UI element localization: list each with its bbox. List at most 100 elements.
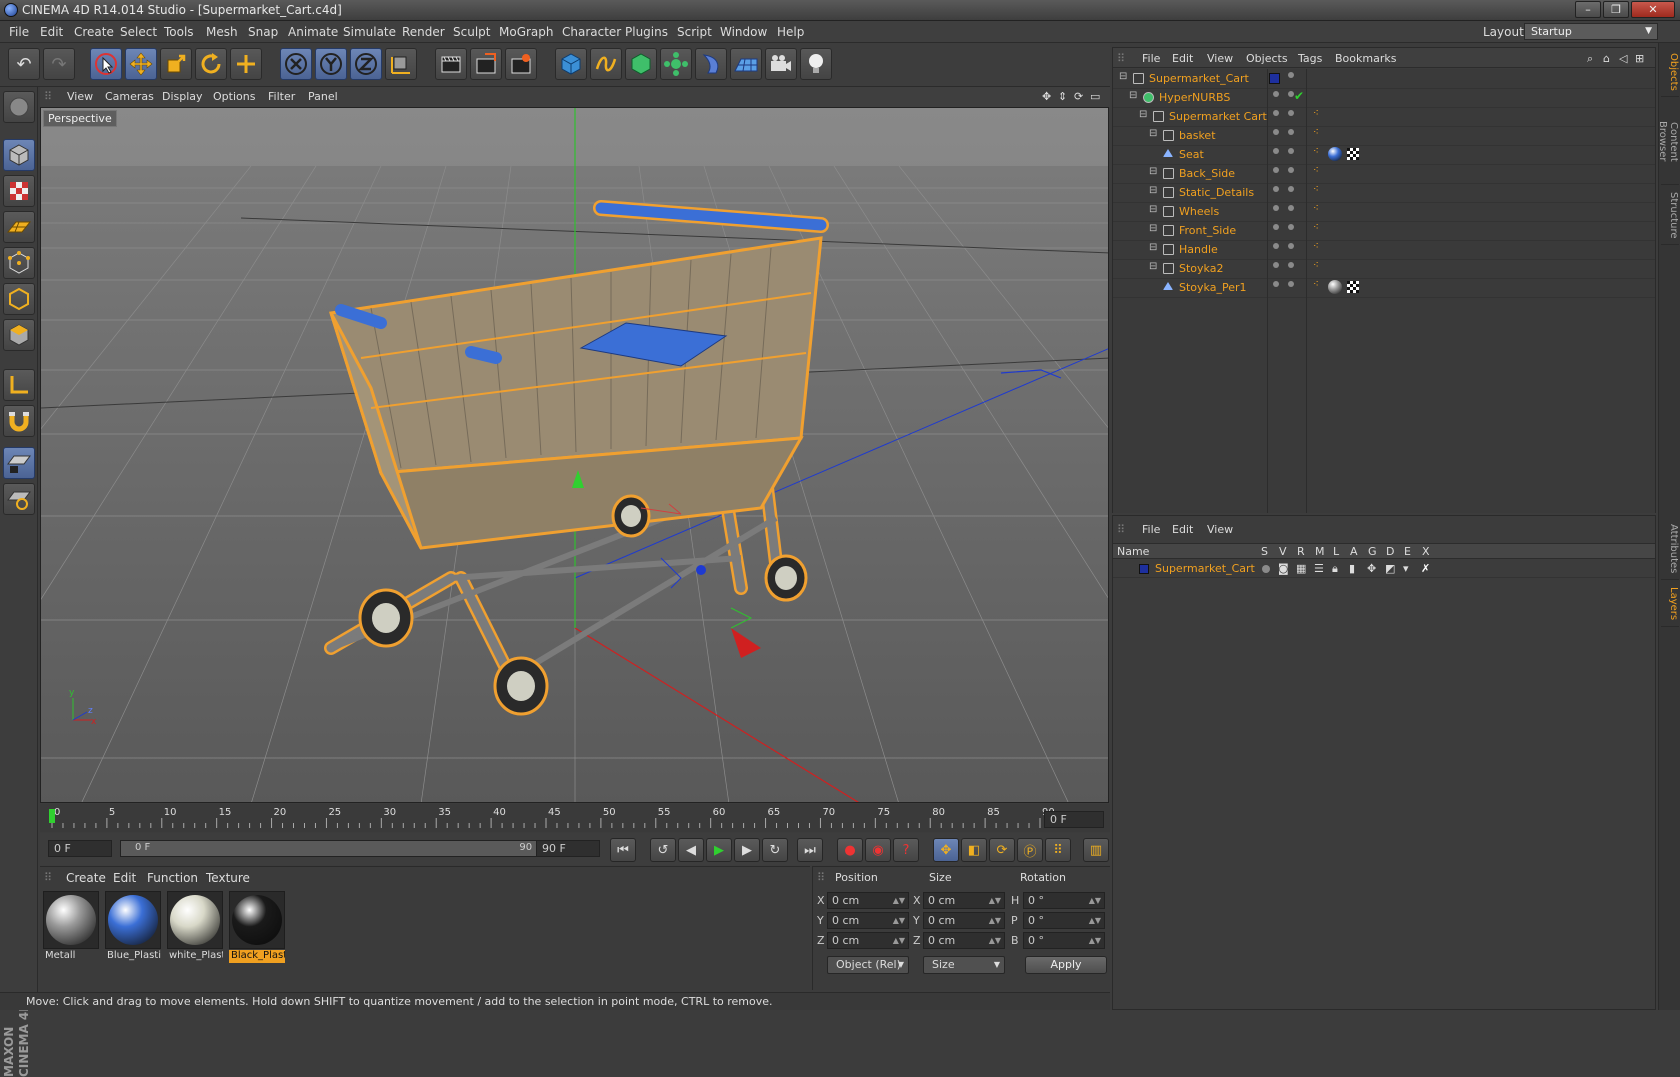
expand-toggle-icon[interactable]: ⊟ <box>1149 185 1157 196</box>
col-name[interactable]: Name <box>1117 545 1149 558</box>
col-m[interactable]: M <box>1315 545 1325 558</box>
object-name[interactable]: Stoyka2 <box>1179 262 1223 275</box>
expand-toggle-icon[interactable]: ⊟ <box>1139 109 1147 120</box>
editor-visibility-dot[interactable] <box>1273 281 1279 287</box>
generator-icon[interactable]: ✥ <box>1367 562 1376 575</box>
animation-icon[interactable]: ▮ <box>1349 562 1355 575</box>
add-object-icon[interactable] <box>230 48 262 80</box>
move-icon[interactable] <box>125 48 157 80</box>
material-tag-icon[interactable] <box>1328 147 1342 161</box>
timeline-ruler[interactable]: 051015202530354045505560657075808590 0 F <box>40 804 1110 832</box>
nurbs-icon[interactable] <box>625 48 657 80</box>
editor-visibility-dot[interactable] <box>1273 243 1279 249</box>
deformer-toggle-icon[interactable]: ◩ <box>1385 562 1395 575</box>
editor-visibility-dot[interactable] <box>1273 224 1279 230</box>
expand-toggle-icon[interactable]: ⊟ <box>1119 71 1127 82</box>
object-name[interactable]: Supermarket_Cart <box>1149 72 1249 85</box>
y-axis-icon[interactable] <box>315 48 347 80</box>
expand-toggle-icon[interactable]: ⊟ <box>1149 166 1157 177</box>
viewport-rotate-icon[interactable]: ⟳ <box>1074 90 1083 103</box>
layout-dropdown[interactable]: Startup ▼ <box>1524 23 1658 40</box>
editor-visibility-dot[interactable] <box>1273 148 1279 154</box>
menu-edit[interactable]: Edit <box>40 25 63 39</box>
col-r[interactable]: R <box>1297 545 1305 558</box>
menu-character[interactable]: Character <box>562 25 621 39</box>
object-name[interactable]: Wheels <box>1179 205 1219 218</box>
viewport-zoom-icon[interactable]: ⇕ <box>1058 90 1067 103</box>
object-row[interactable]: ⊟ basket ⁖ <box>1113 126 1655 146</box>
viewport-menu-panel[interactable]: Panel <box>308 90 338 103</box>
object-name[interactable]: basket <box>1179 129 1216 142</box>
end-frame-field[interactable]: 90 F <box>536 840 600 857</box>
spinner-icon[interactable]: ▲▼ <box>893 893 905 908</box>
coordinate-mode-dropdown[interactable]: Object (Rel) ▼ <box>827 956 909 974</box>
phong-tag-icon[interactable]: ⁖ <box>1313 108 1319 119</box>
uvw-tag-icon[interactable] <box>1347 281 1359 293</box>
obj-menu-tags[interactable]: Tags <box>1298 52 1322 65</box>
spinner-icon[interactable]: ▲▼ <box>1089 933 1101 948</box>
workplane-icon[interactable] <box>3 211 35 243</box>
coordinate-system-icon[interactable] <box>385 48 417 80</box>
object-name[interactable]: Static_Details <box>1179 186 1254 199</box>
object-row[interactable]: ⊟ Back_Side ⁖ <box>1113 164 1655 184</box>
editor-visibility-dot[interactable] <box>1273 205 1279 211</box>
spinner-icon[interactable]: ▲▼ <box>1089 913 1101 928</box>
viewport-move-icon[interactable]: ✥ <box>1042 90 1051 103</box>
object-row[interactable]: ⊟ Stoyka2 ⁖ <box>1113 259 1655 279</box>
expand-toggle-icon[interactable]: ⊟ <box>1149 128 1157 139</box>
menu-mograph[interactable]: MoGraph <box>499 25 554 39</box>
texture-mode-icon[interactable] <box>3 175 35 207</box>
frame-range-slider[interactable]: 0 F 90 F <box>120 840 560 857</box>
cube-icon[interactable] <box>555 48 587 80</box>
search-icon[interactable]: ⌕ <box>1587 52 1593 66</box>
spinner-icon[interactable]: ▲▼ <box>989 893 1001 908</box>
key-scale-icon[interactable]: ◧ <box>961 838 987 862</box>
object-row[interactable]: ⊟ Supermarket_Cart <box>1113 69 1655 89</box>
editor-visibility-dot[interactable] <box>1273 186 1279 192</box>
xref-icon[interactable]: ✗ <box>1421 562 1430 575</box>
col-e[interactable]: E <box>1404 545 1411 558</box>
goto-start-icon[interactable]: ⏮ <box>610 838 636 862</box>
menu-help[interactable]: Help <box>777 25 804 39</box>
obj-menu-file[interactable]: File <box>1142 52 1160 65</box>
spinner-icon[interactable]: ▲▼ <box>989 913 1001 928</box>
camera-icon[interactable] <box>765 48 797 80</box>
points-mode-icon[interactable] <box>3 247 35 279</box>
phong-tag-icon[interactable]: ⁖ <box>1313 165 1319 176</box>
object-name[interactable]: HyperNURBS <box>1159 91 1230 104</box>
object-row[interactable]: Seat ⁖ <box>1113 145 1655 165</box>
layer-menu-file[interactable]: File <box>1142 523 1160 536</box>
object-row[interactable]: ⊟ Handle ⁖ <box>1113 240 1655 260</box>
deformer-icon[interactable] <box>695 48 727 80</box>
z-axis-icon[interactable] <box>350 48 382 80</box>
start-frame-field[interactable]: 0 F <box>48 840 112 857</box>
material-black-plastic[interactable]: Black_Plast <box>228 891 286 963</box>
viewport-camera-label[interactable]: Perspective <box>43 110 117 127</box>
key-parameter-icon[interactable]: Ⓟ <box>1017 838 1043 862</box>
rot-b-field[interactable]: 0 ° ▲▼ <box>1023 932 1105 949</box>
menu-script[interactable]: Script <box>677 25 712 39</box>
phong-tag-icon[interactable]: ⁖ <box>1313 127 1319 138</box>
render-visibility-dot[interactable] <box>1288 72 1294 78</box>
play-icon[interactable]: ▶ <box>706 838 732 862</box>
enabled-check-icon[interactable]: ✔ <box>1294 89 1304 103</box>
x-axis-icon[interactable] <box>280 48 312 80</box>
editor-visibility-dot[interactable] <box>1273 110 1279 116</box>
layer-color-swatch[interactable] <box>1269 73 1280 84</box>
render-visibility-dot[interactable] <box>1288 281 1294 287</box>
expand-toggle-icon[interactable]: ⊟ <box>1129 90 1137 101</box>
prev-frame-icon[interactable]: ◀ <box>678 838 704 862</box>
render-settings-icon[interactable] <box>505 48 537 80</box>
obj-menu-edit[interactable]: Edit <box>1172 52 1193 65</box>
key-rotation-icon[interactable]: ⟳ <box>989 838 1015 862</box>
menu-tools[interactable]: Tools <box>164 25 194 39</box>
material-metall[interactable]: Metall <box>42 891 100 963</box>
collapse-icon[interactable]: ◁ <box>1619 52 1627 65</box>
size-x-field[interactable]: 0 cm ▲▼ <box>923 892 1005 909</box>
render-icon[interactable]: ▦ <box>1296 562 1306 575</box>
rot-p-field[interactable]: 0 ° ▲▼ <box>1023 912 1105 929</box>
size-z-field[interactable]: 0 cm ▲▼ <box>923 932 1005 949</box>
expand-toggle-icon[interactable]: ⊟ <box>1149 261 1157 272</box>
key-position-icon[interactable]: ✥ <box>933 838 959 862</box>
spinner-icon[interactable]: ▲▼ <box>1089 893 1101 908</box>
